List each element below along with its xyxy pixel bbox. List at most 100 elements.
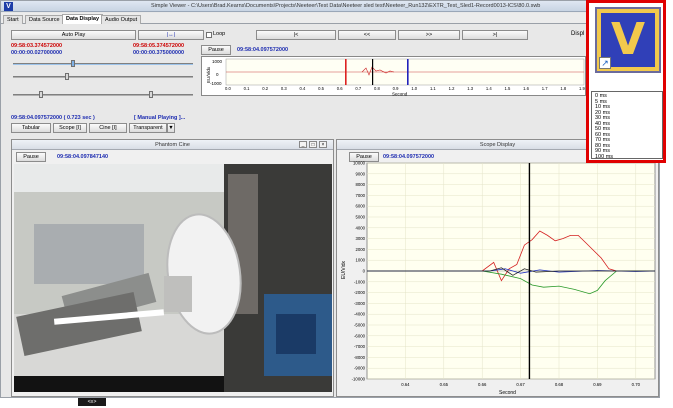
overview-ytick-top: 1000 [212, 59, 223, 64]
app-icon: V [4, 2, 13, 11]
overview-xtick-label: 0.3 [281, 86, 287, 91]
overview-xtick-label: 0.9 [393, 86, 399, 91]
minimize-icon[interactable]: _ [299, 141, 307, 148]
range-slider-track[interactable] [13, 63, 193, 65]
overview-xtick-label: 1.5 [504, 86, 510, 91]
overview-range-end-marker[interactable] [407, 59, 409, 85]
shortcut-arrow-icon: ↗ [599, 57, 611, 69]
scope-ytick-label: 4000 [355, 225, 365, 230]
scope-ytick-label: -1000 [354, 279, 366, 284]
overview-xtick-label: 0.8 [374, 86, 380, 91]
overview-xtick-label: 1.0 [411, 86, 417, 91]
overview-xlabel: Second [392, 92, 408, 97]
tab-data-display[interactable]: Data Display [62, 14, 104, 24]
scope-xtick-label: 0.70 [632, 382, 641, 387]
overview-chart[interactable]: EU/Vidx 1000 0 -1000 0.0 0.1 0.2 0.3 0.4 0.5 0… [201, 56, 586, 97]
overview-xtick-label: 0.6 [337, 86, 343, 91]
cine-video-frame[interactable] [14, 164, 332, 392]
scope-ytick-label: -8000 [354, 355, 366, 360]
maximize-icon[interactable]: □ [309, 141, 317, 148]
step-forward-button[interactable]: >> [398, 30, 460, 40]
overview-range-start-marker[interactable] [345, 59, 347, 85]
scope-chart[interactable]: EU/Vidx Second 1000090008000700060005000… [337, 140, 660, 398]
cine-video-image [14, 164, 332, 392]
overview-xticks: 0.0 0.1 0.2 0.3 0.4 0.5 0.6 0.7 0.8 0.9 1.0 1.1 1.2 1… [225, 86, 585, 91]
range-slider-thumb[interactable] [71, 60, 75, 67]
speed-slider-track[interactable] [13, 76, 193, 78]
scope-ytick-label: 10000 [353, 161, 366, 166]
scope-ytick-label: 7000 [355, 193, 365, 198]
scope-xtick-label: 0.67 [516, 382, 525, 387]
transparent-select[interactable]: Transparent [129, 123, 167, 133]
cine-panel: Phantom Cine _ □ × Pause 09:58:04.097847… [11, 139, 334, 397]
scope-ytick-label: -4000 [354, 312, 366, 317]
display-label: Displ [571, 31, 585, 37]
overview-xtick-label: 1.6 [523, 86, 529, 91]
range-button[interactable]: |↔| [138, 30, 204, 40]
scope-xtick-label: 0.66 [478, 382, 487, 387]
scope-ytick-label: 3000 [355, 236, 365, 241]
go-start-button[interactable]: |< [256, 30, 336, 40]
overview-xtick-label: 1.1 [430, 86, 436, 91]
scope-panel: Scope Display Pause 09:58:04.097572000 E… [336, 139, 659, 397]
overview-pause-button[interactable]: Pause [201, 45, 231, 55]
scope-xtick-label: 0.69 [593, 382, 602, 387]
scope-ytick-label: 6000 [355, 204, 365, 209]
close-icon[interactable]: × [319, 141, 327, 148]
loop-checkbox[interactable] [206, 32, 212, 38]
overview-xtick-label: 1.3 [467, 86, 473, 91]
overview-xtick-label: 0.0 [225, 86, 231, 91]
scope-xtick-label: 0.65 [440, 382, 449, 387]
scope-xtick-label: 0.64 [401, 382, 410, 387]
zoom-slider-thumb[interactable] [149, 91, 153, 98]
step-back-button[interactable]: << [338, 30, 396, 40]
overview-cursor-marker[interactable] [372, 59, 374, 85]
overview-xtick-label: 1.4 [486, 86, 492, 91]
overview-xtick-label: 0.5 [318, 86, 324, 91]
scope-ytick-label: 2000 [355, 247, 365, 252]
tabular-button[interactable]: Tabular [11, 123, 51, 133]
chevron-down-icon[interactable]: ▼ [167, 123, 175, 133]
playback-mode-label: [ Manual Playing ]... [134, 115, 186, 121]
speed-slider-thumb[interactable] [65, 73, 69, 80]
delay-option[interactable]: 100 ms [595, 154, 613, 160]
app-window: V Simple Viewer - C:\Users\Brad.Kearns\D… [0, 0, 660, 398]
scope-ytick-label: -6000 [354, 333, 366, 338]
overview-xtick-label: 0.2 [262, 86, 268, 91]
scope-ytick-label: -9000 [354, 366, 366, 371]
tab-start[interactable]: Start [3, 15, 23, 24]
title-bar: V Simple Viewer - C:\Users\Brad.Kearns\D… [1, 1, 659, 12]
range-end-timestamp: 09:58:05.374572000 [133, 43, 185, 49]
scope-ytick-label: 5000 [355, 215, 365, 220]
overview-xtick-label: 1.9 [579, 86, 585, 91]
scope-ytick-label: -10000 [352, 377, 366, 382]
taskbar-item[interactable]: <≡> [78, 398, 106, 406]
volume-slider-thumb[interactable] [39, 91, 43, 98]
loop-label: Loop [213, 31, 226, 37]
scope-ytick-label: 8000 [355, 182, 365, 187]
window-title: Simple Viewer - C:\Users\Brad.Kearns\Doc… [151, 3, 541, 9]
cine-pause-button[interactable]: Pause [16, 152, 46, 162]
cine-button[interactable]: Cine [I] [89, 123, 127, 133]
auto-play-button[interactable]: Auto Play [11, 30, 136, 40]
overview-xtick-label: 0.1 [244, 86, 250, 91]
scope-ylabel: EU/Vidx [341, 261, 347, 279]
overlay-popup: V ↗ 0 ms 5 ms 10 ms 20 ms 30 ms 40 ms 50 ms 60 … [586, 0, 666, 163]
tab-audio-output[interactable]: Audio Output [101, 15, 142, 24]
scope-ytick-label: -5000 [354, 323, 366, 328]
overview-xtick-label: 1.7 [542, 86, 548, 91]
overview-ytick-mid: 0 [216, 72, 219, 77]
overview-xtick-label: 0.7 [355, 86, 361, 91]
scope-button[interactable]: Scope [I] [53, 123, 87, 133]
tab-data-source[interactable]: Data Source [25, 15, 64, 24]
scope-ytick-label: -7000 [354, 344, 366, 349]
overview-xtick-label: 1.8 [560, 86, 566, 91]
range-start-timestamp: 09:58:03.374572000 [11, 43, 63, 49]
current-time-readout: 09:58:04.097572000 ( 0.723 sec ) [11, 115, 95, 121]
overview-svg: EU/Vidx 1000 0 -1000 0.0 0.1 0.2 0.3 0.4 0.5 0… [206, 58, 585, 97]
overview-ytick-bottom: -1000 [210, 81, 222, 86]
scope-xlabel: Second [499, 390, 516, 396]
go-end-button[interactable]: >| [462, 30, 528, 40]
overview-xtick-label: 0.4 [300, 86, 306, 91]
delay-dropdown-list[interactable]: 0 ms 5 ms 10 ms 20 ms 30 ms 40 ms 50 ms 60 ms 70… [591, 91, 663, 160]
